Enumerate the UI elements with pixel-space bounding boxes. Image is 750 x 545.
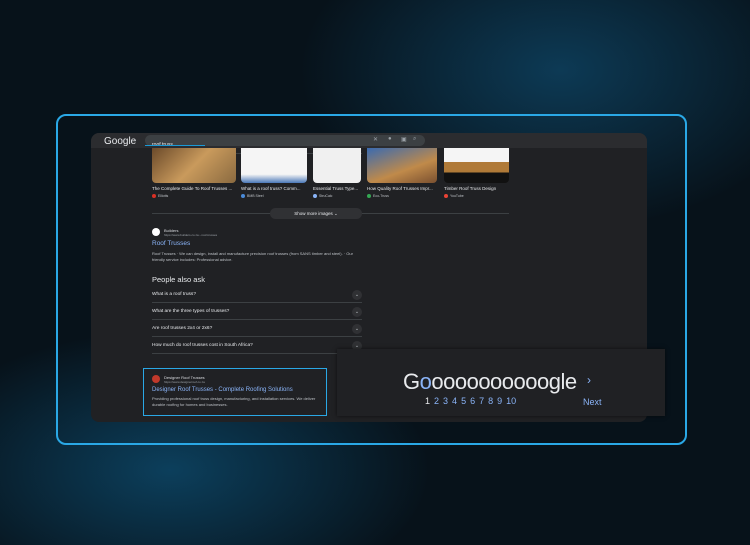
- result-title-link[interactable]: Roof Trusses: [152, 240, 190, 247]
- microphone-icon[interactable]: ●: [388, 136, 392, 142]
- paa-question[interactable]: Are roof trusses 2x4 or 2x6? ⌄: [152, 320, 362, 337]
- page-link[interactable]: 5: [461, 396, 466, 406]
- page-link[interactable]: 10: [506, 396, 516, 406]
- source-label: Eco-Truss: [373, 194, 389, 198]
- source-icon: [152, 194, 156, 199]
- chevron-down-icon[interactable]: ⌄: [352, 290, 362, 300]
- source-label: Elliotts: [158, 194, 169, 198]
- question-text: Are roof trusses 2x4 or 2x6?: [152, 326, 213, 331]
- source-label: StruCalc: [319, 194, 333, 198]
- image-source: YouTube: [444, 194, 464, 199]
- chevron-down-icon[interactable]: ⌄: [352, 324, 362, 334]
- lens-icon[interactable]: ▣: [401, 136, 407, 143]
- logo-part: G: [403, 369, 420, 394]
- image-thumb-3[interactable]: [313, 148, 361, 183]
- source-icon: [313, 194, 317, 199]
- logo-part: oooooooooogle: [431, 369, 577, 394]
- image-source: Eco-Truss: [367, 194, 389, 199]
- question-text: What are the three types of trusses?: [152, 309, 230, 314]
- logo-part: o: [419, 369, 432, 394]
- page-current: 1: [425, 396, 431, 406]
- image-caption[interactable]: What is a roof truss? Comm...: [241, 186, 301, 191]
- paa-question[interactable]: How much do roof trusses cost in South A…: [152, 337, 362, 354]
- source-label: YouTube: [450, 194, 464, 198]
- chevron-down-icon[interactable]: ⌄: [352, 307, 362, 317]
- google-logo[interactable]: Google: [104, 136, 136, 147]
- highlighted-search-result: Designer Roof Trusses https://www.design…: [143, 368, 327, 416]
- page-link[interactable]: 7: [479, 396, 484, 406]
- result-title-link[interactable]: Designer Roof Trusses - Complete Roofing…: [152, 387, 293, 393]
- source-icon: [444, 194, 448, 199]
- image-thumb-5[interactable]: [444, 148, 509, 183]
- search-header: Google roof truss ✕ ● ▣ ⌕: [91, 133, 647, 154]
- image-source: Elliotts: [152, 194, 169, 199]
- image-caption[interactable]: How Quality Roof Trusses Impr...: [367, 186, 433, 191]
- pagination-panel: Gooooooooooogle › 1 2 3 4 5 6 7 8 9 10 Next: [337, 349, 665, 416]
- page-link[interactable]: 4: [452, 396, 457, 406]
- source-label: BMB Steel: [247, 194, 264, 198]
- clear-icon[interactable]: ✕: [373, 136, 378, 143]
- chevron-right-icon[interactable]: ›: [587, 373, 591, 387]
- next-page-link[interactable]: Next: [583, 397, 602, 407]
- site-url[interactable]: https://www.builders.co.za › roof-trusse…: [164, 233, 217, 237]
- image-thumb-2[interactable]: [241, 148, 307, 183]
- result-snippet: Roof Trusses · We can design, install an…: [152, 251, 353, 262]
- image-thumb-1[interactable]: [152, 148, 236, 183]
- gooooogle-logo: Gooooooooooogle: [403, 369, 577, 395]
- source-icon: [241, 194, 245, 199]
- page-link[interactable]: 8: [488, 396, 493, 406]
- show-more-images-button[interactable]: Show more images ⌄: [270, 208, 362, 219]
- page-numbers: 1 2 3 4 5 6 7 8 9 10: [425, 396, 520, 406]
- image-thumb-4[interactable]: [367, 148, 437, 183]
- site-favicon: [152, 375, 160, 383]
- image-caption[interactable]: Timber Roof Truss Design: [444, 186, 496, 191]
- image-source: StruCalc: [313, 194, 333, 199]
- question-text: What is a roof truss?: [152, 292, 196, 297]
- paa-question[interactable]: What is a roof truss? ⌄: [152, 286, 362, 303]
- search-icon[interactable]: ⌕: [413, 136, 416, 143]
- search-input[interactable]: roof truss ✕ ● ▣ ⌕: [145, 135, 425, 154]
- search-underline: [145, 145, 205, 146]
- question-text: How much do roof trusses cost in South A…: [152, 343, 253, 348]
- page-link[interactable]: 3: [443, 396, 448, 406]
- people-also-ask-heading: People also ask: [152, 275, 205, 284]
- page-link[interactable]: 6: [470, 396, 475, 406]
- source-icon: [367, 194, 371, 199]
- image-caption[interactable]: The Complete Guide To Roof Trusses ...: [152, 186, 232, 191]
- page-link[interactable]: 9: [497, 396, 502, 406]
- result-snippet: Providing professional roof truss design…: [152, 396, 316, 407]
- site-url[interactable]: https://www.designerroof.co.za: [164, 380, 205, 384]
- site-favicon: [152, 228, 160, 236]
- image-caption[interactable]: Essential Truss Type...: [313, 186, 358, 191]
- page-link[interactable]: 2: [434, 396, 439, 406]
- paa-question[interactable]: What are the three types of trusses? ⌄: [152, 303, 362, 320]
- image-source: BMB Steel: [241, 194, 264, 199]
